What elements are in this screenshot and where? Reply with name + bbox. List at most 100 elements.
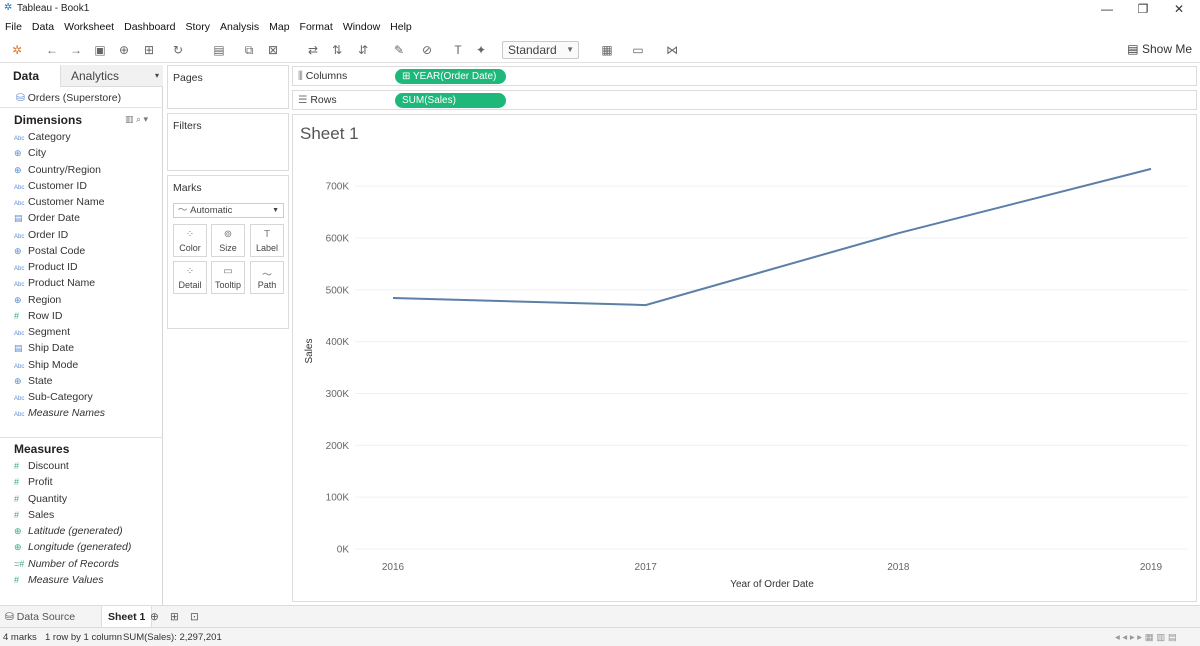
new-worksheet-icon[interactable]: ▤ [210,41,228,59]
tooltip-icon: ▭ [223,266,233,277]
measure-field-item[interactable]: # Sales [14,509,54,525]
chevron-down-icon: ▼ [272,207,279,214]
duplicate-sheet-icon[interactable]: ⧉ [240,41,258,59]
rows-shelf[interactable]: ☰ Rows SUM(Sales) [292,90,1197,110]
presentation-icon[interactable]: ▭ [629,41,647,59]
dimension-field-item[interactable]: Abc Product Name [14,277,95,293]
menu-help[interactable]: Help [390,21,412,33]
datasource-item[interactable]: ⛁ Orders (Superstore) [16,92,121,104]
measure-field-item[interactable]: ⊕ Longitude (generated) [14,541,131,557]
dimension-field-item[interactable]: Abc Measure Names [14,407,105,423]
dimension-field-item[interactable]: Abc Sub-Category [14,391,93,407]
clear-sheet-icon[interactable]: ⊠ [264,41,282,59]
minimize-icon[interactable]: — [1092,1,1122,17]
measure-field-item[interactable]: ⊕ Latitude (generated) [14,525,123,541]
tooltip-button[interactable]: ▭ Tooltip [211,261,245,294]
sort-descending-icon[interactable]: ⇵ [354,41,372,59]
tab-sheet-1[interactable]: Sheet 1 [101,606,153,628]
chevron-down-icon[interactable]: ▾ [155,65,159,87]
dimension-field-item[interactable]: Abc Customer Name [14,196,104,212]
dimension-field-item[interactable]: ▤ Order Date [14,212,80,228]
menu-data[interactable]: Data [32,21,54,33]
dimension-field-item[interactable]: Abc Category [14,131,71,147]
measure-field-item[interactable]: =# Number of Records [14,558,119,574]
tab-data[interactable]: Data [0,65,60,87]
dimension-field-item[interactable]: ⊕ Postal Code [14,245,85,261]
field-type-icon: =# [14,558,25,569]
measure-field-item[interactable]: # Quantity [14,493,67,509]
sort-ascending-icon[interactable]: ⇅ [328,41,346,59]
new-worksheet-icon[interactable]: ⊕ [150,606,159,628]
tab-data-source[interactable]: ⛁ Data Source [5,606,75,628]
dimension-field-item[interactable]: ⊕ State [14,375,53,391]
labels-icon[interactable]: T [449,41,467,59]
new-datasource-icon[interactable]: ⊕ [115,41,133,59]
show-me-button[interactable]: ▤ Show Me [1127,42,1192,56]
menu-story[interactable]: Story [185,21,210,33]
filters-card[interactable]: Filters [167,113,289,171]
path-button[interactable]: 〜 Path [250,261,284,294]
title-bar: ✲ Tableau - Book1 — ❐ ✕ [0,0,1200,18]
columns-pill[interactable]: ⊞ YEAR(Order Date) [395,69,506,84]
field-type-icon: ⊕ [14,542,22,553]
undo-icon[interactable]: ← [43,41,61,59]
dimension-field-item[interactable]: # Row ID [14,310,62,326]
highlight-icon[interactable]: ✎ [390,41,408,59]
dimension-field-item[interactable]: ⊕ City [14,147,46,163]
pages-card[interactable]: Pages [167,65,289,109]
mark-type-value: Automatic [190,205,233,216]
dimension-field-item[interactable]: ▤ Ship Date [14,342,74,358]
group-icon[interactable]: ⊘ [418,41,436,59]
datasource-tab-label: Data Source [16,611,76,623]
view-mode-select[interactable]: Standard ▼ [502,41,579,59]
close-icon[interactable]: ✕ [1164,1,1194,17]
measure-field-item[interactable]: # Profit [14,476,53,492]
divider [0,107,163,108]
x-axis-ticks: 2016 2017 2018 2019 [382,562,1163,573]
dimension-field-item[interactable]: Abc Order ID [14,229,68,245]
menu-file[interactable]: File [5,21,22,33]
rows-pill[interactable]: SUM(Sales) [395,93,506,108]
save-icon[interactable]: ▣ [91,41,109,59]
new-story-icon[interactable]: ⊡ [190,606,199,628]
menu-format[interactable]: Format [300,21,333,33]
color-button[interactable]: ⁘ Color [173,224,207,257]
fix-axes-icon[interactable]: ✦ [472,41,490,59]
field-type-icon: # [14,477,20,488]
show-cards-icon[interactable]: ▦ [598,41,616,59]
view-options-icon[interactable]: ▥ ⌕ ▾ [125,114,148,125]
menu-analysis[interactable]: Analysis [220,21,259,33]
field-type-icon: ⊕ [14,294,22,305]
datasource-label: Orders (Superstore) [27,92,122,104]
dimension-field-item[interactable]: ⊕ Country/Region [14,164,101,180]
tableau-home-icon[interactable]: ✲ [8,41,26,59]
label-button[interactable]: T Label [250,224,284,257]
line-mark-icon: 〜 [178,205,188,216]
refresh-icon[interactable]: ↻ [169,41,187,59]
size-button[interactable]: ⊚ Size [211,224,245,257]
redo-icon[interactable]: → [67,41,85,59]
tab-analytics[interactable]: Analytics ▾ [60,65,163,87]
measure-field-item[interactable]: # Measure Values [14,574,103,590]
menu-worksheet[interactable]: Worksheet [64,21,114,33]
share-icon[interactable]: ⋈ [663,41,681,59]
sheet-nav-icon[interactable]: ◂ ◂ ▸ ▸ ▦ ▥ ▤ [1115,632,1177,643]
menu-dashboard[interactable]: Dashboard [124,21,175,33]
dimension-field-item[interactable]: Abc Product ID [14,261,78,277]
columns-shelf[interactable]: ⫼ Columns ⊞ YEAR(Order Date) [292,66,1197,86]
detail-button[interactable]: ⁘ Detail [173,261,207,294]
dimension-field-item[interactable]: Abc Ship Mode [14,359,78,375]
measure-field-item[interactable]: # Discount [14,460,69,476]
menu-map[interactable]: Map [269,21,289,33]
swap-icon[interactable]: ⇄ [304,41,322,59]
sales-line[interactable] [392,167,1152,307]
mark-type-select[interactable]: 〜 Automatic ▼ [173,203,284,218]
menu-window[interactable]: Window [343,21,380,33]
pause-updates-icon[interactable]: ⊞ [140,41,158,59]
dimension-field-item[interactable]: Abc Customer ID [14,180,87,196]
rows-icon: ☰ [298,94,308,106]
new-dashboard-icon[interactable]: ⊞ [170,606,179,628]
dimension-field-item[interactable]: Abc Segment [14,326,70,342]
restore-icon[interactable]: ❐ [1128,1,1158,17]
dimension-field-item[interactable]: ⊕ Region [14,294,61,310]
